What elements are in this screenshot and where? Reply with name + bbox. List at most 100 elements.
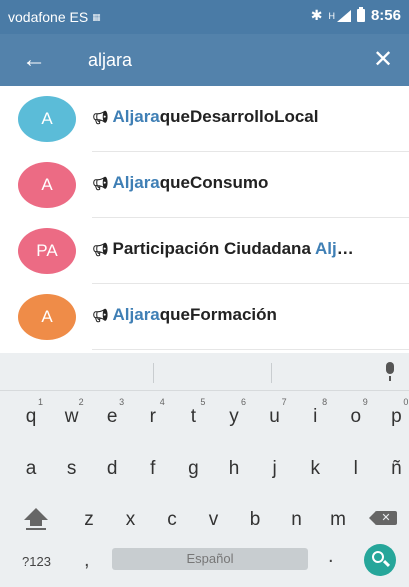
key-hint: 3 [119,397,125,407]
symbols-key[interactable]: ?123 [22,551,51,573]
key-d[interactable]: d [95,450,129,488]
key-hint: 9 [362,397,368,407]
period-key[interactable]: . [328,545,334,568]
key-label: r [149,406,156,427]
key-w[interactable]: w2 [55,397,89,436]
key-n[interactable]: n [280,501,314,539]
key-label: n [291,509,302,530]
back-arrow-icon[interactable]: ← [20,46,48,74]
carrier-name: vodafone ES ▦ [8,9,101,25]
search-input[interactable] [88,47,348,73]
key-label: b [249,509,261,530]
name-highlight: Aljara [112,173,160,192]
clear-search-icon[interactable]: ✕ [369,46,397,74]
key-hint: 6 [240,397,246,407]
name-highlight: Aljara [112,305,160,324]
key-label: ñ [391,458,402,479]
megaphone-icon: 📢︎ [92,176,109,191]
key-hint: 1 [37,397,43,407]
status-bar: vodafone ES ▦ ✱ H 8:56 [0,0,409,34]
name-rest: queDesarrolloLocal [159,107,319,126]
search-header: ← ✕ [0,34,409,86]
key-label: l [353,458,358,479]
key-label: k [310,458,320,479]
key-hint: 0 [403,397,409,407]
key-z[interactable]: z [72,501,106,539]
key-s[interactable]: s [55,450,89,488]
bluetooth-icon: ✱ [310,7,323,23]
key-label: m [330,509,346,530]
key-p[interactable]: p0 [379,397,409,436]
key-x[interactable]: x [114,501,148,539]
name-prefix: Participación Ciudadana [112,239,315,258]
battery-icon [356,7,365,22]
key-label: f [150,458,156,479]
key-f[interactable]: f [136,450,170,488]
key-y[interactable]: y6 [217,397,251,436]
channel-name: 📢︎ AljaraqueConsumo [92,173,391,193]
avatar: A [18,96,76,142]
megaphone-icon: 📢︎ [92,242,109,257]
key-l[interactable]: l [339,450,373,488]
key-a[interactable]: a [14,450,48,488]
shift-key[interactable] [20,506,52,536]
key-o[interactable]: o9 [339,397,373,436]
key-q[interactable]: q1 [14,397,48,436]
key-t[interactable]: t5 [176,397,210,436]
microphone-icon[interactable] [383,362,397,382]
key-j[interactable]: j [258,450,292,488]
key-b[interactable]: b [238,501,272,539]
delete-icon: ✕ [375,511,397,525]
signal-icon [336,9,351,22]
key-h[interactable]: h [217,450,251,488]
channel-name: 📢︎ Participación Ciudadana Alj… [92,239,391,259]
key-hint: 2 [78,397,84,407]
list-item[interactable]: A 📢︎ AljaraqueConsumo [0,152,409,218]
list-item[interactable]: A 📢︎ AljaraqueFormación [0,284,409,350]
avatar: PA [18,228,76,274]
key-hint: 7 [281,397,287,407]
key-label: d [106,458,118,479]
key-m[interactable]: m [321,501,355,539]
space-key[interactable]: Español [112,548,308,570]
key-label: c [167,509,177,530]
comma-key[interactable]: , [84,549,90,572]
megaphone-icon: 📢︎ [92,308,109,323]
key-label: j [272,458,277,479]
key-v[interactable]: v [197,501,231,539]
key-label: g [188,458,199,479]
key-label: z [84,509,94,530]
key-label: v [208,509,219,530]
key-ñ[interactable]: ñ [379,450,409,488]
delete-key[interactable]: ✕ [369,506,399,530]
name-highlight: Aljara [112,107,160,126]
suggestion-divider [271,363,272,383]
key-label: u [269,406,280,427]
key-hint: 4 [159,397,165,407]
list-item[interactable]: PA 📢︎ Participación Ciudadana Alj… [0,218,409,284]
key-label: a [25,458,37,479]
key-k[interactable]: k [298,450,332,488]
search-key[interactable] [364,544,396,576]
key-label: t [190,406,197,427]
suggestion-divider [153,363,154,383]
search-results-list: A 📢︎ AljaraqueDesarrolloLocal A 📢︎ Aljaraq… [0,86,409,350]
key-hint: 8 [322,397,328,407]
key-label: e [106,406,118,427]
soft-keyboard: ✕ ?123 , Español . q1w2e3r4t5y6u7i8o9p0a… [0,353,409,587]
key-label: w [64,406,79,427]
name-rest: … [336,239,354,258]
status-icons: ✱ H 8:56 [311,7,401,24]
avatar: A [18,294,76,340]
key-u[interactable]: u7 [258,397,292,436]
network-type-label: H [328,10,335,21]
key-g[interactable]: g [176,450,210,488]
list-item[interactable]: A 📢︎ AljaraqueDesarrolloLocal [0,86,409,152]
key-label: y [229,406,239,427]
key-hint: 5 [200,397,206,407]
key-i[interactable]: i8 [298,397,332,436]
key-c[interactable]: c [155,501,189,539]
name-highlight: Alj [315,239,337,258]
key-r[interactable]: r4 [136,397,170,436]
key-e[interactable]: e3 [95,397,129,436]
